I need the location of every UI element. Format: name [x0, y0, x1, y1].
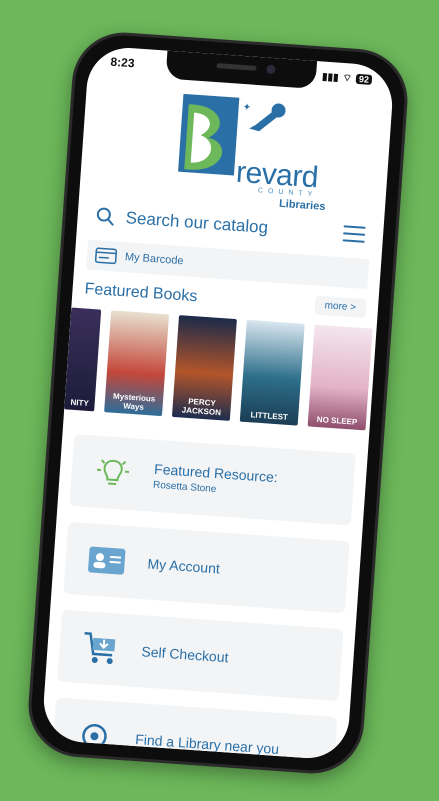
book-cover[interactable]: Mysterious Ways: [104, 310, 170, 417]
id-card-icon: [83, 544, 131, 577]
book-cover[interactable]: LITTLEST: [239, 319, 305, 426]
find-library-card[interactable]: Find a Library near you: [51, 697, 338, 761]
cart-icon: [76, 629, 124, 668]
my-account-label: My Account: [147, 555, 221, 577]
battery-indicator: 92: [355, 73, 373, 85]
featured-resource-card[interactable]: Featured Resource: Rosetta Stone: [69, 434, 356, 526]
location-icon: [70, 720, 118, 753]
library-logo: ✦ revard COUNTY Libraries: [79, 75, 393, 216]
more-button[interactable]: more >: [314, 295, 367, 319]
featured-books-title: Featured Books: [84, 279, 198, 305]
book-cover[interactable]: PERCY JACKSON: [171, 315, 237, 421]
lightbulb-icon: [89, 451, 138, 494]
featured-books-carousel[interactable]: NITY Mysterious Ways PERCY JACKSON LITTL…: [64, 304, 377, 439]
find-library-label: Find a Library near you: [134, 731, 280, 758]
book-cover[interactable]: NITY: [64, 307, 102, 412]
menu-icon[interactable]: [342, 225, 366, 243]
app-screen: 8:23 ▮▮▮ ⌔ 92 ✦ revard COUNTY Libraries …: [41, 45, 395, 761]
my-account-card[interactable]: My Account: [63, 521, 350, 614]
search-icon: [96, 207, 114, 226]
status-time: 8:23: [110, 54, 136, 71]
wifi-icon: ⌔: [342, 72, 353, 85]
self-checkout-card[interactable]: Self Checkout: [57, 609, 344, 702]
self-checkout-label: Self Checkout: [140, 643, 230, 666]
search-input[interactable]: Search our catalog: [125, 208, 344, 243]
book-cover[interactable]: NO SLEEP: [307, 324, 373, 431]
my-barcode-label: My Barcode: [124, 251, 184, 268]
svg-text:✦: ✦: [242, 102, 251, 114]
phone-frame: 8:23 ▮▮▮ ⌔ 92 ✦ revard COUNTY Libraries …: [25, 29, 411, 777]
signal-icon: ▮▮▮: [321, 70, 339, 84]
barcode-card-icon: [94, 247, 118, 265]
